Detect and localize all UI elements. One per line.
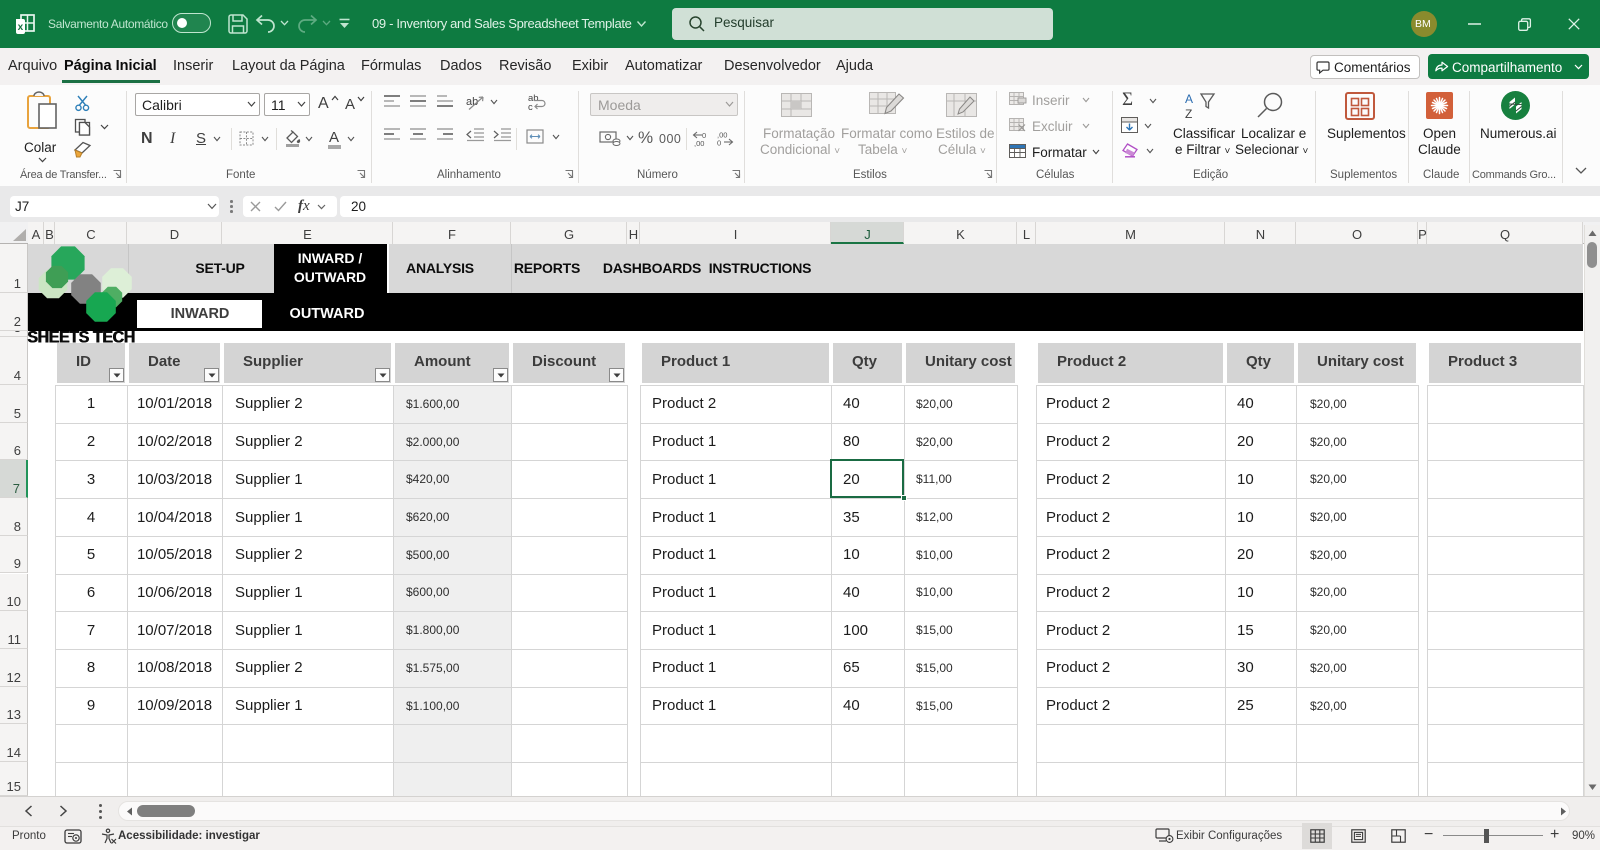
svg-text:0: 0 (717, 139, 721, 148)
svg-text:,00: ,00 (694, 139, 704, 148)
svg-text:A: A (1185, 92, 1193, 106)
svg-text:c: c (528, 102, 533, 113)
svg-text:x: x (18, 22, 24, 33)
svg-text:Z: Z (1185, 107, 1192, 121)
